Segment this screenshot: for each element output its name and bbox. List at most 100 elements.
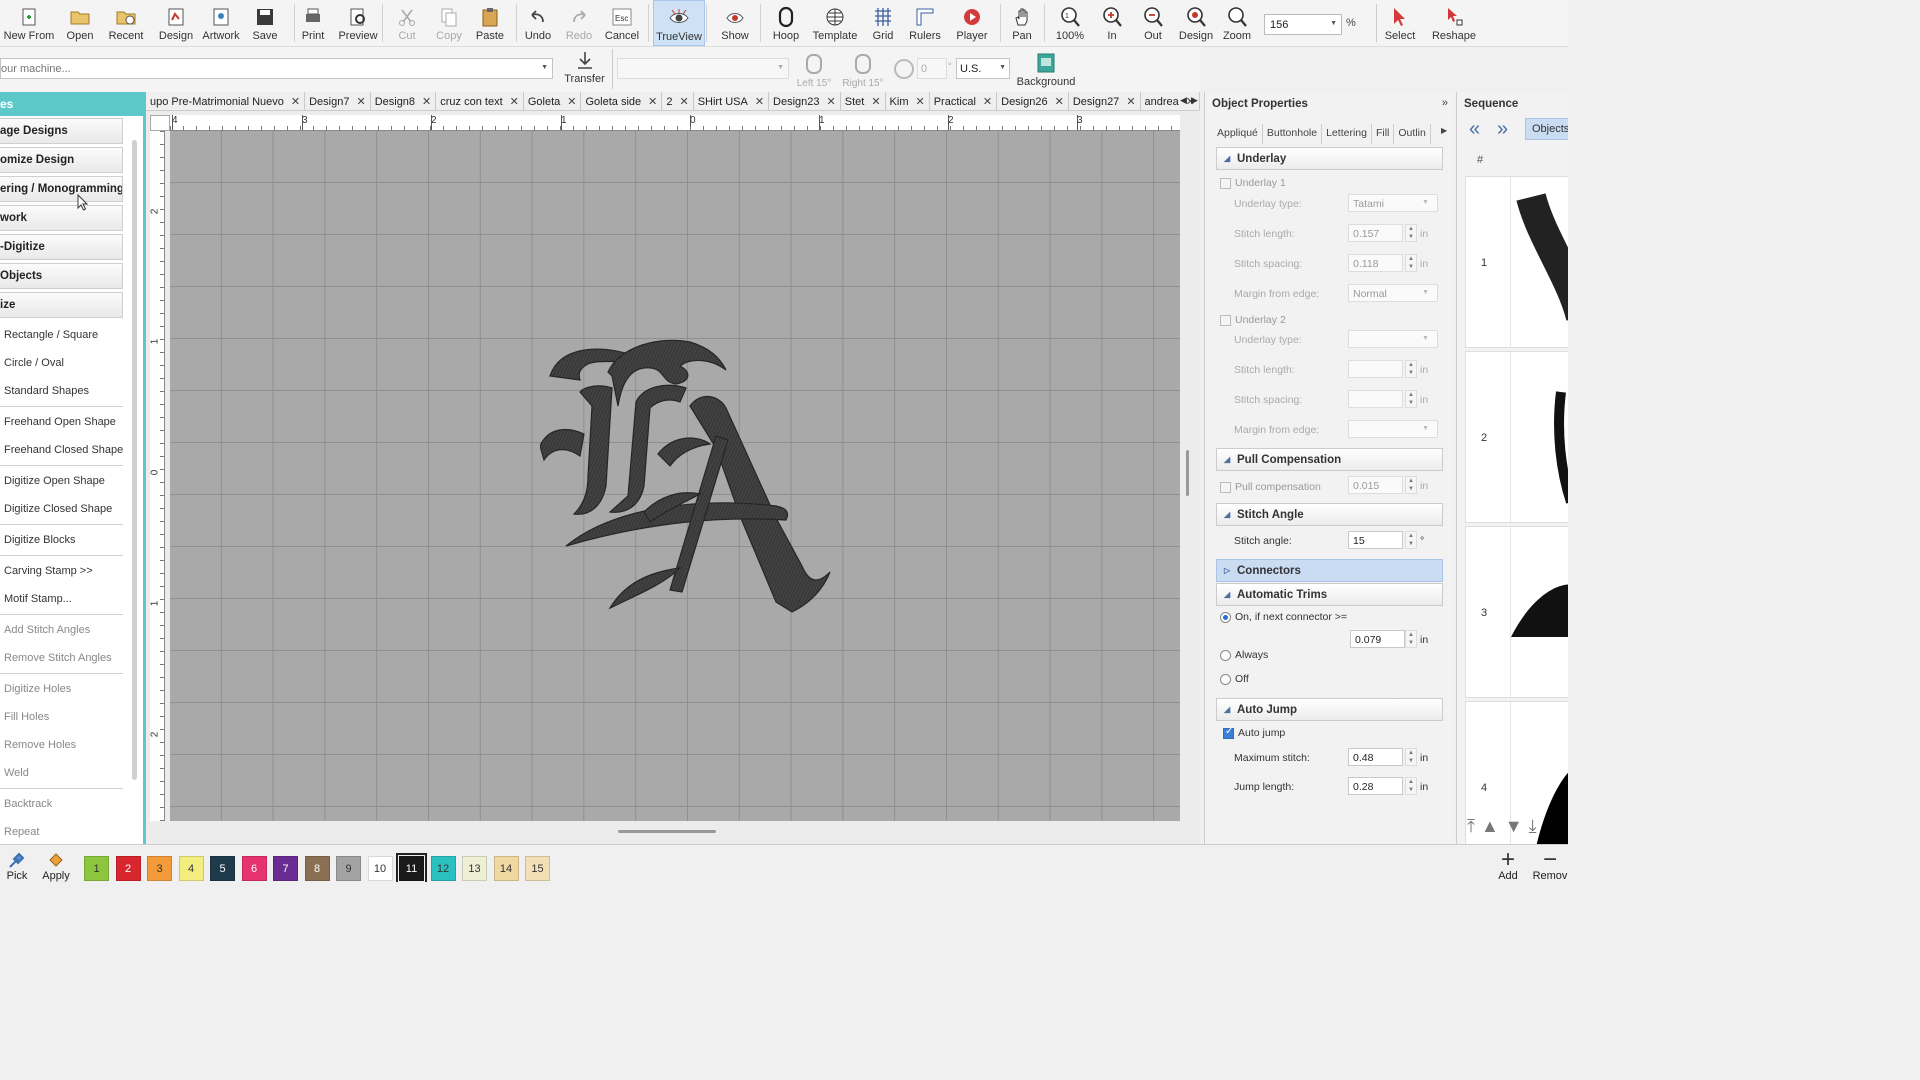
toolbar-button-print[interactable]: Print xyxy=(297,0,329,46)
underlay2-stitch-spacing-input[interactable] xyxy=(1348,390,1403,408)
move-up-icon[interactable]: ▲ xyxy=(1481,816,1505,836)
document-tab[interactable]: cruz con text ✕ xyxy=(436,92,524,110)
automatic-trims-header[interactable]: ◢ Automatic Trims xyxy=(1216,583,1443,606)
stitch-angle-input[interactable]: 15 xyxy=(1348,531,1403,549)
toolbar-button-cancel[interactable]: Esc Cancel xyxy=(602,0,642,46)
tool-item[interactable]: Standard Shapes xyxy=(0,377,143,405)
document-tab[interactable]: Goleta side ✕ xyxy=(581,92,663,110)
toolbar-button-100-[interactable]: 1 100% xyxy=(1051,0,1089,46)
toolbar-button-cut[interactable]: Cut xyxy=(391,0,423,46)
toolbar-button-template[interactable]: Template xyxy=(808,0,862,46)
color-swatch[interactable]: 6 xyxy=(241,856,267,881)
tool-item[interactable]: Circle / Oval xyxy=(0,349,143,377)
canvas-vscrollbar[interactable] xyxy=(1186,450,1189,496)
sequence-row[interactable]: 1 xyxy=(1465,176,1568,348)
underlay1-stitch-spacing-input[interactable]: 0.118 xyxy=(1348,254,1403,272)
close-icon[interactable]: ✕ xyxy=(648,95,657,108)
tool-item[interactable]: Rectangle / Square xyxy=(0,321,143,349)
color-swatch[interactable]: 7 xyxy=(273,856,298,881)
color-swatch[interactable]: 15 xyxy=(525,856,550,881)
toolbar-button-out[interactable]: Out xyxy=(1138,0,1168,46)
zoom-combo[interactable]: 156 ▼ xyxy=(1264,14,1342,35)
toolbar-button-undo[interactable]: Undo xyxy=(521,0,555,46)
toolbar-button-design[interactable]: Design xyxy=(1176,0,1216,46)
pick-button[interactable]: Pick xyxy=(2,850,32,882)
document-tab[interactable]: Practical ✕ xyxy=(929,92,998,110)
underlay2-checkbox[interactable] xyxy=(1220,315,1231,326)
color-swatch[interactable]: 13 xyxy=(462,856,487,881)
tool-item[interactable]: Motif Stamp... xyxy=(0,585,143,613)
document-tab[interactable]: Goleta ✕ xyxy=(523,92,582,110)
sequence-prev-icon[interactable]: « xyxy=(1469,118,1480,141)
spinner-icon[interactable]: ▲ ▼ xyxy=(1405,360,1417,378)
tool-item[interactable]: Freehand Closed Shape xyxy=(0,436,143,464)
document-tab[interactable]: Stet ✕ xyxy=(840,92,886,110)
pull-compensation-input[interactable]: 0.015 xyxy=(1348,476,1403,494)
canvas-hscrollbar[interactable] xyxy=(618,830,716,833)
maximum-stitch-input[interactable]: 0.48 xyxy=(1348,748,1403,766)
panel-scrollbar[interactable] xyxy=(132,140,137,780)
color-swatch[interactable]: 4 xyxy=(178,856,204,881)
color-swatch[interactable]: 10 xyxy=(367,856,393,881)
tool-item[interactable]: Digitize Open Shape xyxy=(0,467,143,495)
toolbar-button-zoom[interactable]: Zoom xyxy=(1219,0,1255,46)
document-tab[interactable]: SHirt USA ✕ xyxy=(693,92,770,110)
toolbar-button-artwork[interactable]: Artwork xyxy=(199,0,243,46)
toolbar-button-paste[interactable]: Paste xyxy=(471,0,509,46)
close-icon[interactable]: ✕ xyxy=(871,95,880,108)
close-icon[interactable]: ✕ xyxy=(291,95,300,108)
rotate-right-15-button[interactable]: Right 15° xyxy=(838,53,888,91)
close-icon[interactable]: ✕ xyxy=(567,95,576,108)
document-tab[interactable]: Design8 ✕ xyxy=(370,92,437,110)
tool-item[interactable]: Digitize Blocks xyxy=(0,526,143,554)
toolbar-button-reshape[interactable]: Reshape xyxy=(1430,0,1478,46)
toolbar-button-show[interactable]: Show xyxy=(716,0,754,46)
tool-item[interactable]: Backtrack xyxy=(0,790,143,818)
tool-item[interactable]: Remove Stitch Angles xyxy=(0,644,143,672)
tool-item[interactable]: Remove Holes xyxy=(0,731,143,759)
tool-item[interactable]: Add Stitch Angles xyxy=(0,616,143,644)
close-icon[interactable]: ✕ xyxy=(916,95,925,108)
tabs-scroll-left-icon[interactable]: ◀ xyxy=(1180,95,1187,106)
toolbar-button-new-from[interactable]: New From xyxy=(2,0,56,46)
spinner-icon[interactable]: ▲ ▼ xyxy=(1405,531,1417,549)
document-tab[interactable]: Design7 ✕ xyxy=(305,92,371,110)
toolbar-button-trueview[interactable]: TrueView xyxy=(653,0,705,46)
panel-section-4[interactable]: -Digitize xyxy=(0,234,123,260)
panel-section-3[interactable]: work xyxy=(0,205,123,231)
sequence-row[interactable]: 2 xyxy=(1465,351,1568,523)
sequence-next-icon[interactable]: » xyxy=(1497,118,1508,141)
toolbar-button-design[interactable]: Design xyxy=(156,0,196,46)
color-swatch[interactable]: 14 xyxy=(493,856,519,881)
toolbar-button-select[interactable]: Select xyxy=(1380,0,1420,46)
close-icon[interactable]: ✕ xyxy=(422,95,431,108)
spinner-icon[interactable]: ▲ ▼ xyxy=(1405,630,1417,648)
tool-item[interactable]: Repeat xyxy=(0,818,143,846)
rotate-left-15-button[interactable]: Left 15° xyxy=(792,53,836,91)
apply-button[interactable]: Apply xyxy=(38,850,74,882)
remove-color-button[interactable]: − Remov xyxy=(1532,850,1568,882)
move-down-icon[interactable]: ▼ xyxy=(1505,816,1529,836)
toolbar-button-rulers[interactable]: Rulers xyxy=(905,0,945,46)
underlay2-stitch-length-input[interactable] xyxy=(1348,360,1403,378)
sequence-objects-tab[interactable]: Objects xyxy=(1525,118,1568,140)
toolbar-button-save[interactable]: Save xyxy=(248,0,282,46)
tool-item[interactable]: Digitize Holes xyxy=(0,675,143,703)
close-icon[interactable]: ✕ xyxy=(983,95,992,108)
spinner-icon[interactable]: ▲ ▼ xyxy=(1405,777,1417,795)
panel-section-0[interactable]: age Designs xyxy=(0,118,123,144)
transfer-button[interactable]: Transfer xyxy=(562,50,607,90)
close-icon[interactable]: ✕ xyxy=(827,95,836,108)
trim-always-radio[interactable] xyxy=(1220,650,1231,661)
underlay-header[interactable]: ◢ Underlay xyxy=(1216,147,1443,170)
stitch-angle-header[interactable]: ◢ Stitch Angle xyxy=(1216,503,1443,526)
toolbar-button-redo[interactable]: Redo xyxy=(563,0,595,46)
monogram-design[interactable] xyxy=(540,336,840,626)
trim-on-if-next-radio[interactable] xyxy=(1220,612,1231,623)
document-tab[interactable]: Design23 ✕ xyxy=(769,92,841,110)
pull-compensation-header[interactable]: ◢ Pull Compensation xyxy=(1216,448,1443,471)
design-canvas[interactable] xyxy=(170,131,1180,821)
close-icon[interactable]: ✕ xyxy=(356,95,365,108)
toolbar-button-open[interactable]: Open xyxy=(61,0,99,46)
panel-section-5[interactable]: Objects xyxy=(0,263,123,289)
